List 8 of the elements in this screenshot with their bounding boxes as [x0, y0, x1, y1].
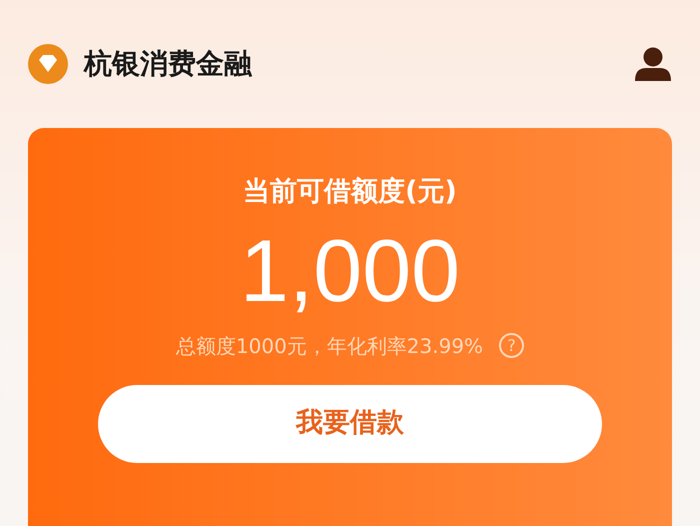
credit-label: 当前可借额度(元): [242, 175, 458, 209]
app-title: 杭银消费金融: [84, 46, 252, 82]
rate-note: 总额度1000元，年化利率23.99%: [176, 332, 484, 360]
logo-icon: [28, 44, 68, 84]
credit-amount: 1,000: [240, 226, 460, 314]
borrow-button[interactable]: 我要借款: [98, 384, 602, 462]
help-icon[interactable]: ?: [499, 333, 524, 358]
user-icon[interactable]: [634, 47, 672, 81]
